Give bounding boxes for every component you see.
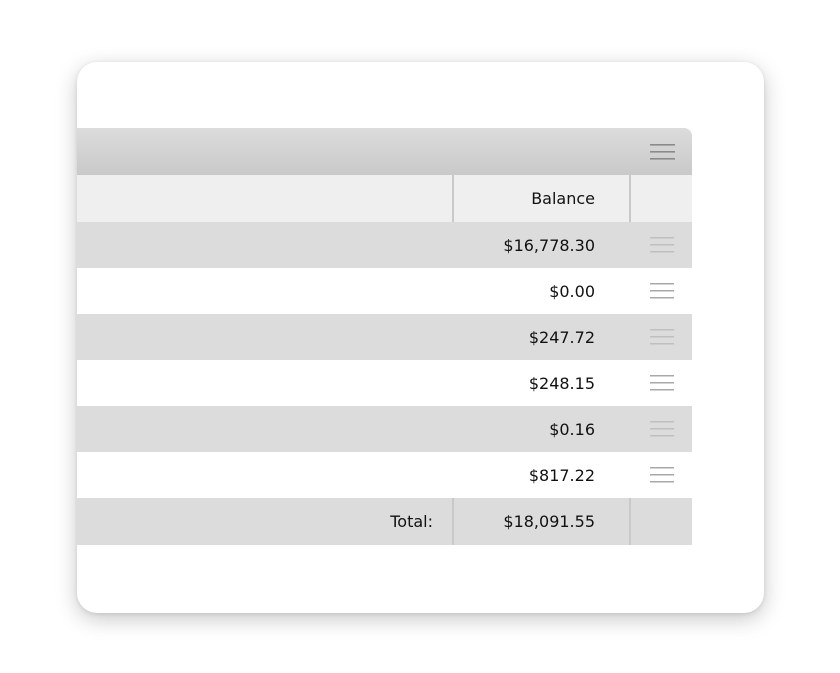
column-divider[interactable]	[452, 175, 454, 222]
column-divider	[452, 498, 454, 545]
balance-cell: $0.00	[549, 281, 595, 301]
table-row[interactable]: $248.15	[77, 360, 692, 406]
total-value: $18,091.55	[503, 512, 595, 531]
column-header-balance[interactable]: Balance	[531, 175, 595, 222]
balance-cell: $817.22	[528, 465, 595, 485]
drag-handle-icon[interactable]	[650, 282, 674, 300]
card-panel: Balance $16,778.30 $0.00 $247.72 $248.15…	[77, 62, 764, 613]
table-row[interactable]: $0.00	[77, 268, 692, 314]
hamburger-menu-icon[interactable]	[650, 142, 675, 162]
table-row[interactable]: $16,778.30	[77, 222, 692, 268]
total-row: Total: $18,091.55	[77, 498, 692, 545]
balance-cell: $247.72	[528, 327, 595, 347]
column-divider[interactable]	[629, 175, 631, 222]
table-row[interactable]: $247.72	[77, 314, 692, 360]
column-header-row: Balance	[77, 175, 692, 222]
table-row[interactable]: $817.22	[77, 452, 692, 498]
column-divider	[629, 498, 631, 545]
data-grid: Balance $16,778.30 $0.00 $247.72 $248.15…	[77, 128, 692, 545]
table-row[interactable]: $0.16	[77, 406, 692, 452]
balance-cell: $0.16	[549, 419, 595, 439]
drag-handle-icon[interactable]	[650, 236, 674, 254]
total-label: Total:	[390, 512, 433, 531]
grid-toolbar	[77, 128, 692, 175]
balance-cell: $16,778.30	[503, 235, 595, 255]
drag-handle-icon[interactable]	[650, 466, 674, 484]
balance-cell: $248.15	[528, 373, 595, 393]
drag-handle-icon[interactable]	[650, 420, 674, 438]
drag-handle-icon[interactable]	[650, 374, 674, 392]
drag-handle-icon[interactable]	[650, 328, 674, 346]
